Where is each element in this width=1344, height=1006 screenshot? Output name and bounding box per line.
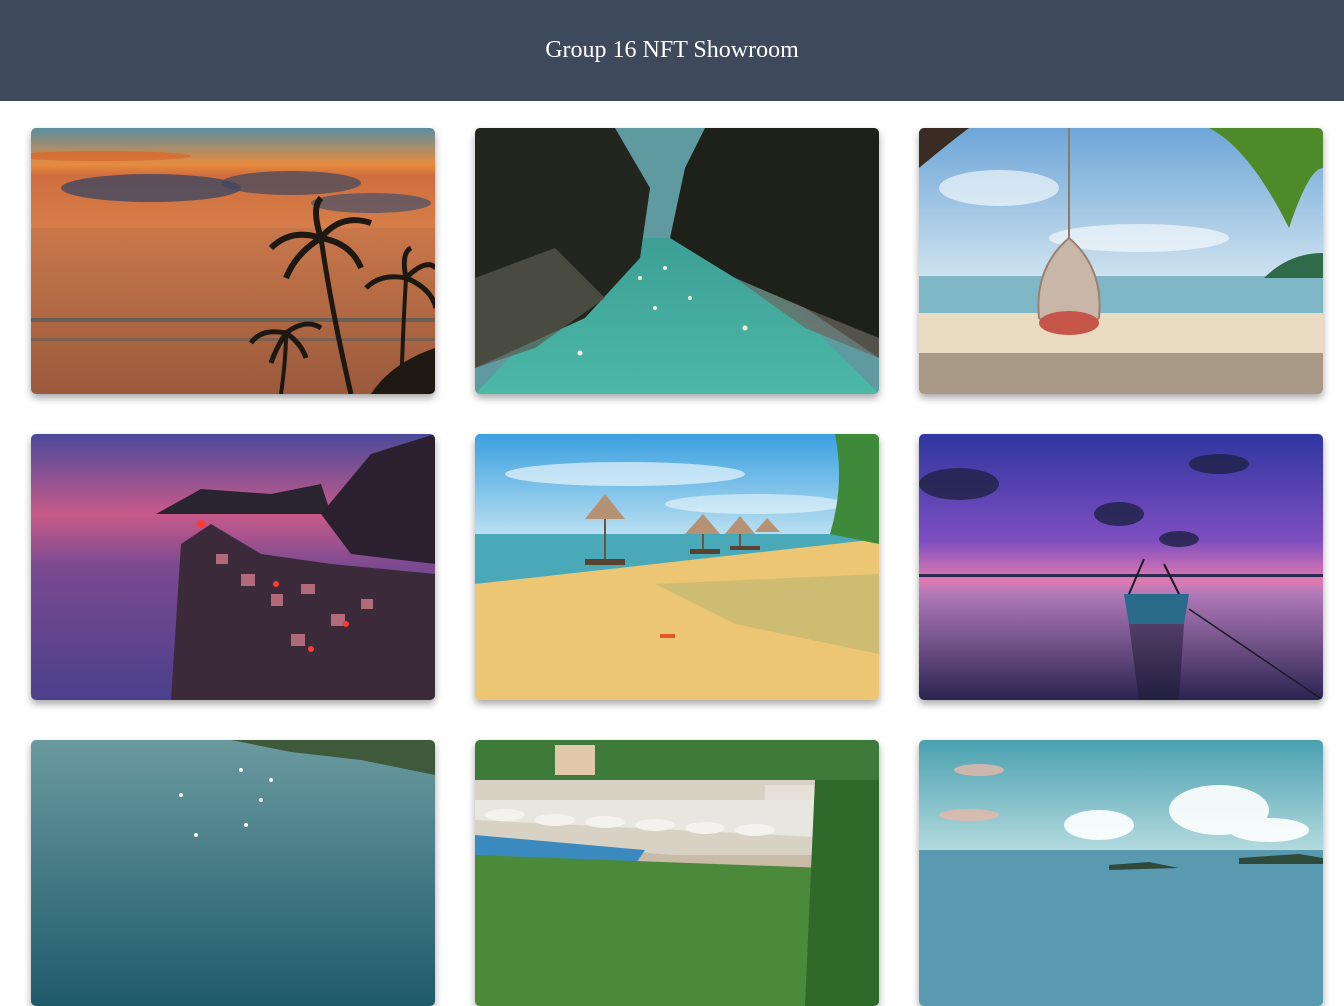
page-header: Group 16 NFT Showroom [0,0,1344,101]
nft-gallery [31,128,1323,1006]
nft-image-coastal-village-dusk [31,434,435,700]
nft-card-resort-beach[interactable] [475,740,879,1006]
nft-image-river-canyon [475,128,879,394]
nft-card-beach-umbrellas[interactable] [475,434,879,700]
nft-image-sunset-palms [31,128,435,394]
nft-image-boat-purple-sunset [919,434,1323,700]
nft-card-sunset-palms[interactable] [31,128,435,394]
nft-image-beach-umbrellas [475,434,879,700]
nft-image-beach-hanging-chair [919,128,1323,394]
nft-card-river-canyon[interactable] [475,128,879,394]
nft-card-bay-with-boats[interactable] [31,740,435,1006]
page-title: Group 16 NFT Showroom [545,37,799,63]
nft-card-coastal-village-dusk[interactable] [31,434,435,700]
nft-image-bay-with-boats [31,740,435,1006]
nft-card-beach-hanging-chair[interactable] [919,128,1323,394]
nft-image-resort-beach [475,740,879,1006]
nft-card-tropical-island-sea[interactable] [919,740,1323,1006]
nft-image-tropical-island-sea [919,740,1323,1006]
nft-card-boat-purple-sunset[interactable] [919,434,1323,700]
